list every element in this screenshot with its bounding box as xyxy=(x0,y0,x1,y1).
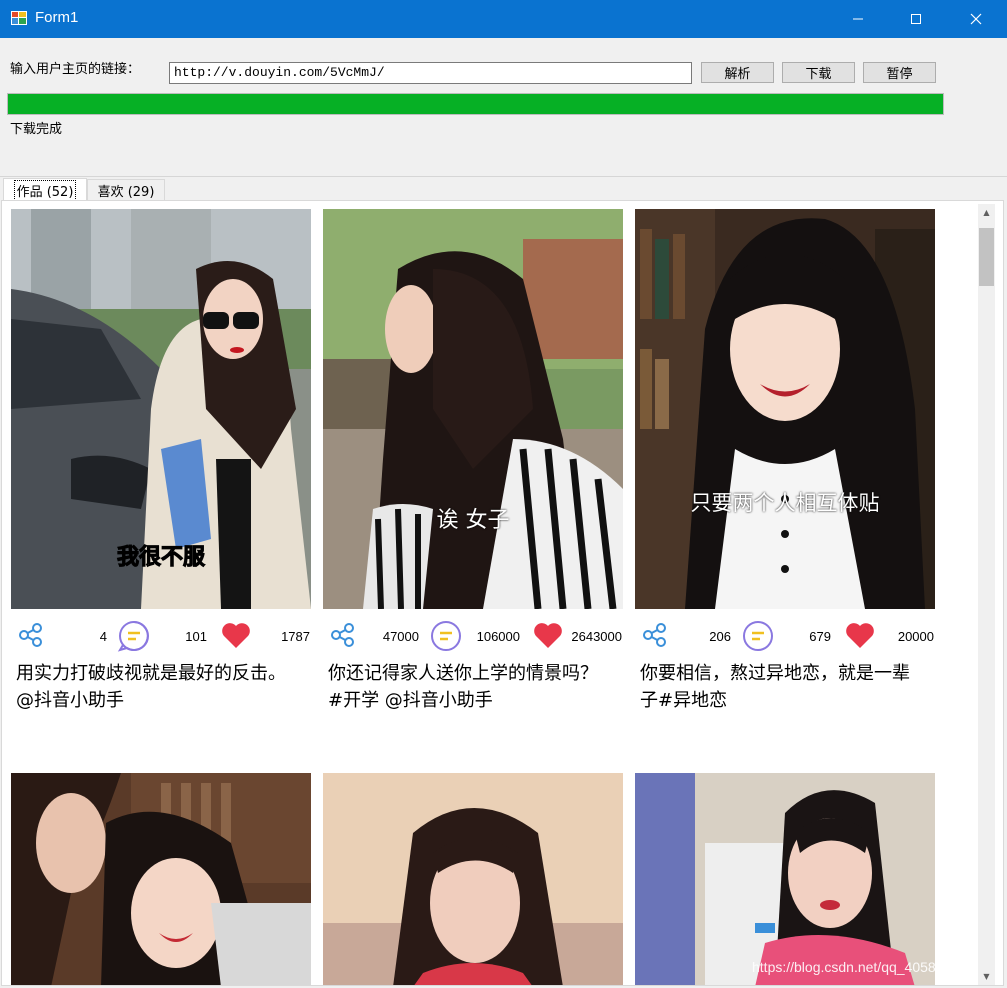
tab-likes[interactable]: 喜欢 (29) xyxy=(87,179,165,200)
maximize-button[interactable] xyxy=(893,0,939,38)
scroll-up-icon[interactable]: ▲ xyxy=(978,204,995,221)
heart-icon[interactable] xyxy=(845,622,875,650)
progress-fill xyxy=(8,94,943,114)
video-thumbnail-image xyxy=(635,773,935,985)
share-icon[interactable] xyxy=(17,621,45,649)
watermark: https://blog.csdn.net/qq_4058243 xyxy=(752,959,960,975)
vertical-scrollbar[interactable]: ▲ ▼ xyxy=(978,204,995,985)
divider xyxy=(0,176,1007,177)
share-count: 47000 xyxy=(382,629,419,644)
share-icon[interactable] xyxy=(329,621,357,649)
video-thumbnail[interactable]: 诶 女子 xyxy=(323,209,623,609)
comment-count: 679 xyxy=(809,629,831,644)
video-thumbnail-image xyxy=(11,773,311,985)
tab-works[interactable]: 作品 (52) xyxy=(3,178,87,201)
maximize-icon xyxy=(911,14,921,24)
close-icon xyxy=(970,13,982,25)
video-thumbnail[interactable] xyxy=(323,773,623,985)
comment-count: 106000 xyxy=(476,629,520,644)
status-text: 下载完成 xyxy=(10,122,63,137)
video-subtitle: 我很不服 xyxy=(116,545,205,571)
video-grid-panel[interactable]: 我很不服 4 101 1787 用实力打破歧视就是最好的反击。@抖音小助手 诶 … xyxy=(1,200,1004,986)
scroll-down-icon[interactable]: ▼ xyxy=(978,968,995,985)
heart-icon[interactable] xyxy=(221,622,251,650)
share-icon[interactable] xyxy=(641,621,669,649)
video-caption: 你要相信，熬过异地恋，就是一辈子#异地恋 xyxy=(640,663,910,711)
download-button[interactable]: 下载 xyxy=(782,62,855,83)
parse-button[interactable]: 解析 xyxy=(701,62,774,83)
url-input[interactable]: http://v.douyin.com/5VcMmJ/ xyxy=(169,62,692,84)
video-caption: 你还记得家人送你上学的情景吗？ #开学 @抖音小助手 xyxy=(328,663,598,711)
video-thumbnail[interactable] xyxy=(11,773,311,985)
video-thumbnail[interactable]: 我很不服 xyxy=(11,209,311,609)
video-thumbnail[interactable]: 只要两个人相互体贴 xyxy=(635,209,935,609)
close-button[interactable] xyxy=(953,0,999,38)
video-caption: 用实力打破歧视就是最好的反击。@抖音小助手 xyxy=(16,663,286,711)
video-thumbnail-image xyxy=(323,209,623,609)
tab-likes-label: 喜欢 (29) xyxy=(97,184,155,200)
minimize-icon xyxy=(853,18,863,20)
video-thumbnail[interactable] xyxy=(635,773,935,985)
minimize-button[interactable] xyxy=(835,0,881,38)
video-stats: 206 679 20000 xyxy=(635,619,935,653)
url-label: 输入用户主页的链接： xyxy=(10,62,141,77)
heart-icon[interactable] xyxy=(533,622,563,650)
comment-count: 101 xyxy=(185,629,207,644)
comment-icon[interactable] xyxy=(117,619,151,653)
pause-button[interactable]: 暂停 xyxy=(863,62,936,83)
video-thumbnail-image xyxy=(323,773,623,985)
title-bar[interactable]: Form1 xyxy=(0,0,1007,38)
app-window: Form1 输入用户主页的链接： http://v.douyin.com/5Vc… xyxy=(0,0,1007,988)
video-stats: 47000 106000 2643000 xyxy=(323,619,623,653)
video-stats: 4 101 1787 xyxy=(11,619,311,653)
share-count: 4 xyxy=(99,629,107,644)
comment-icon[interactable] xyxy=(429,619,463,653)
tab-works-label: 作品 (52) xyxy=(13,179,77,201)
like-count: 1787 xyxy=(281,629,310,644)
scrollbar-thumb[interactable] xyxy=(979,228,994,286)
app-icon xyxy=(11,10,27,26)
share-count: 206 xyxy=(709,629,731,644)
comment-icon[interactable] xyxy=(741,619,775,653)
download-progress-bar xyxy=(7,93,944,115)
video-subtitle: 只要两个人相互体贴 xyxy=(690,491,880,515)
like-count: 20000 xyxy=(897,629,934,644)
video-thumbnail-image xyxy=(635,209,935,609)
like-count: 2643000 xyxy=(571,629,622,644)
window-title: Form1 xyxy=(35,9,79,26)
video-subtitle: 诶 女子 xyxy=(436,508,510,533)
